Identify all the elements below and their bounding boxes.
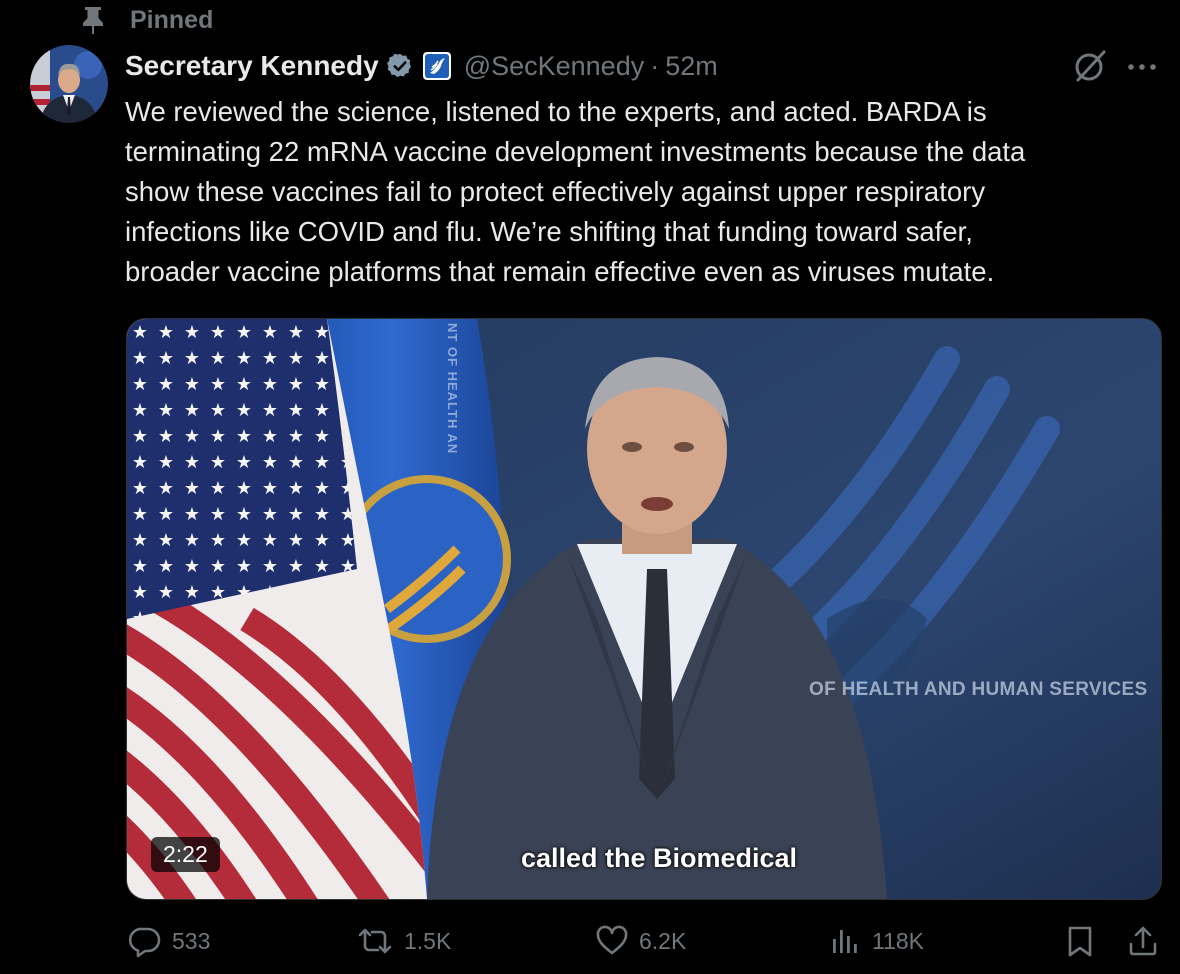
repost-button[interactable]: 1.5K bbox=[356, 924, 451, 958]
bookmark-button[interactable] bbox=[1064, 924, 1096, 958]
heart-icon bbox=[595, 924, 629, 958]
share-icon bbox=[1127, 924, 1159, 958]
verified-badge-icon[interactable] bbox=[386, 52, 414, 80]
hhs-affiliation-icon[interactable] bbox=[422, 51, 452, 81]
author-handle[interactable]: @SecKennedy bbox=[464, 51, 645, 82]
share-button[interactable] bbox=[1127, 924, 1159, 958]
like-button[interactable]: 6.2K bbox=[595, 924, 686, 958]
reply-count: 533 bbox=[172, 927, 211, 954]
video-duration-badge: 2:22 bbox=[151, 837, 220, 872]
tweet-text: We reviewed the science, listened to the… bbox=[125, 96, 1026, 287]
tweet[interactable]: Pinned Secretary Kennedy @SecKennedy · 5… bbox=[0, 0, 1180, 974]
video-frame: ★ bbox=[127, 319, 1161, 899]
video-caption: called the Biomedical bbox=[520, 843, 798, 873]
repost-icon bbox=[356, 924, 394, 958]
backdrop-text: OF HEALTH AND HUMAN SERVICES bbox=[809, 679, 1148, 700]
video-player[interactable]: ★ bbox=[126, 318, 1162, 900]
separator-dot: · bbox=[650, 50, 660, 81]
grok-icon[interactable] bbox=[1072, 48, 1108, 84]
timestamp[interactable]: 52m bbox=[665, 51, 718, 82]
views-button[interactable]: 118K bbox=[830, 924, 924, 958]
pinned-indicator: Pinned bbox=[80, 4, 213, 36]
bookmark-icon bbox=[1064, 924, 1096, 958]
flag-emblem-text: NT OF HEALTH AN bbox=[445, 323, 460, 455]
author-display-name[interactable]: Secretary Kennedy bbox=[125, 50, 379, 82]
avatar[interactable] bbox=[30, 45, 108, 123]
repost-count: 1.5K bbox=[404, 927, 452, 954]
reply-icon bbox=[128, 924, 162, 958]
like-count: 6.2K bbox=[639, 927, 687, 954]
analytics-icon bbox=[830, 924, 862, 958]
view-count: 118K bbox=[872, 927, 925, 954]
reply-button[interactable]: 533 bbox=[128, 924, 210, 958]
pinned-label: Pinned bbox=[130, 5, 214, 34]
more-options-icon[interactable] bbox=[1125, 52, 1159, 82]
pin-icon bbox=[80, 5, 106, 35]
action-bar: 533 1.5K 6.2K 118K bbox=[0, 924, 1180, 968]
tweet-header: Secretary Kennedy @SecKennedy · 52m bbox=[125, 44, 718, 88]
